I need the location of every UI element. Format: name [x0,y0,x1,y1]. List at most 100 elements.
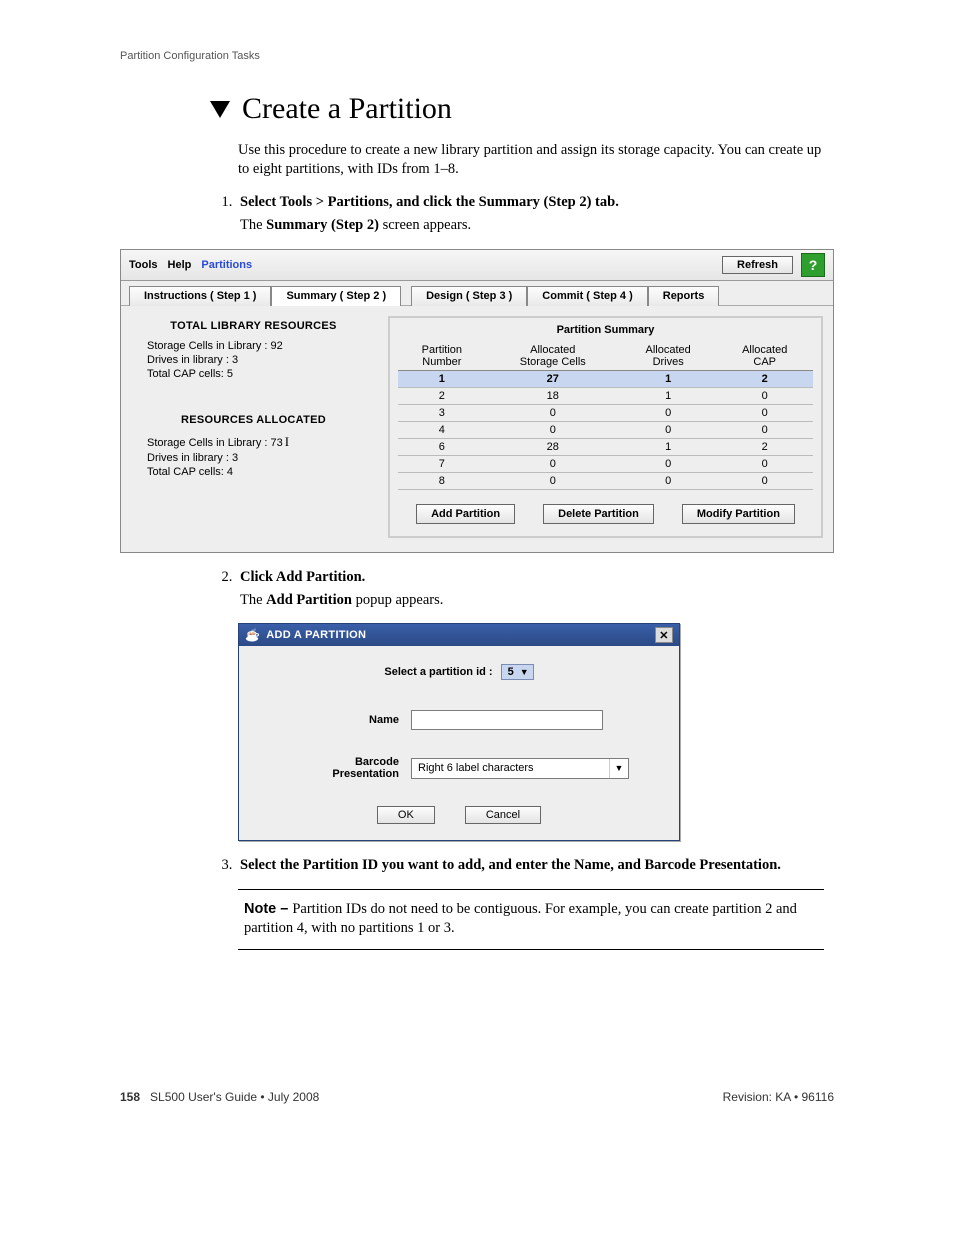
table-row[interactable]: 62812 [398,438,813,455]
partition-summary-panel: Partition Summary PartitionNumber Alloca… [388,316,823,538]
header-section: Partition Configuration Tasks [120,50,834,62]
step-3-title: Select the Partition ID you want to add,… [240,857,781,873]
table-cell: 0 [620,421,717,438]
table-cell: 0 [486,421,620,438]
app-screenshot-1: Tools Help Partitions Refresh ? Instruct… [120,249,834,553]
table-cell: 1 [620,438,717,455]
step-1-desc: The Summary (Step 2) screen appears. [240,217,834,234]
step-1-desc-bold: Summary (Step 2) [266,217,379,233]
popup-titlebar: ☕ ADD A PARTITION ✕ [239,624,679,646]
step-1-desc-suffix: screen appears. [379,217,471,233]
resources-panel: TOTAL LIBRARY RESOURCES Storage Cells in… [131,316,376,538]
add-partition-button[interactable]: Add Partition [416,504,515,524]
note-box: Note – Partition IDs do not need to be c… [238,889,824,950]
modify-partition-button[interactable]: Modify Partition [682,504,795,524]
step-3: Select the Partition ID you want to add,… [236,857,834,874]
step-2-desc-bold: Add Partition [266,592,352,608]
barcode-value: Right 6 label characters [418,762,534,774]
menu-tools[interactable]: Tools [129,259,158,271]
page-footer: 158 SL500 User's Guide • July 2008 Revis… [120,1090,834,1104]
title-row: Create a Partition [210,92,834,126]
help-icon[interactable]: ? [801,253,825,277]
table-cell: 0 [486,455,620,472]
page-title: Create a Partition [242,92,452,126]
col-allocated-storage: AllocatedStorage Cells [486,342,620,371]
page-number: 158 [120,1090,140,1104]
alloc-drives: Drives in library : 3 [147,452,376,464]
table-row[interactable]: 21810 [398,387,813,404]
table-cell: 2 [398,387,486,404]
col-allocated-drives: AllocatedDrives [620,342,717,371]
alloc-cap-cells: Total CAP cells: 4 [147,466,376,478]
table-cell: 2 [716,370,813,387]
allocated-resources-heading: RESOURCES ALLOCATED [131,414,376,426]
step-1: Select Tools > Partitions, and click the… [236,194,834,234]
tab-design[interactable]: Design ( Step 3 ) [411,286,527,306]
table-row[interactable]: 7000 [398,455,813,472]
table-cell: 2 [716,438,813,455]
alloc-storage-cells: Storage Cells in Library : 73I [147,434,376,450]
partition-id-select[interactable]: 5 ▼ [501,664,534,680]
step-2-desc-prefix: The [240,592,266,608]
chevron-down-icon: ▼ [520,667,529,677]
total-drives: Drives in library : 3 [147,354,376,366]
menu-bar: Tools Help Partitions Refresh ? [121,250,833,281]
table-cell: 0 [716,472,813,489]
total-storage-cells: Storage Cells in Library : 92 [147,340,376,352]
tab-commit[interactable]: Commit ( Step 4 ) [527,286,647,306]
close-icon[interactable]: ✕ [655,627,673,643]
text-cursor-icon: I [285,434,289,449]
table-cell: 27 [486,370,620,387]
java-icon: ☕ [245,628,260,642]
step-1-title: Select Tools > Partitions, and click the… [240,194,619,210]
total-resources-heading: TOTAL LIBRARY RESOURCES [131,320,376,332]
tab-reports[interactable]: Reports [648,286,720,306]
table-cell: 0 [620,455,717,472]
ok-button[interactable]: OK [377,806,435,824]
table-cell: 0 [486,472,620,489]
cancel-button[interactable]: Cancel [465,806,541,824]
barcode-presentation-select[interactable]: Right 6 label characters ▼ [411,758,629,779]
table-row[interactable]: 8000 [398,472,813,489]
delete-partition-button[interactable]: Delete Partition [543,504,654,524]
partition-id-value: 5 [508,666,514,678]
table-row[interactable]: 12712 [398,370,813,387]
total-cap-cells: Total CAP cells: 5 [147,368,376,380]
menu-help[interactable]: Help [168,259,192,271]
popup-title-text: ADD A PARTITION [266,629,366,641]
tab-summary[interactable]: Summary ( Step 2 ) [271,286,401,306]
col-partition-number: PartitionNumber [398,342,486,371]
name-input[interactable] [411,710,603,730]
table-cell: 0 [716,421,813,438]
table-cell: 0 [620,404,717,421]
partition-table: PartitionNumber AllocatedStorage Cells A… [398,342,813,490]
table-cell: 8 [398,472,486,489]
step-2: Click Add Partition. The Add Partition p… [236,569,834,609]
chevron-down-icon: ▼ [609,759,628,778]
intro-text: Use this procedure to create a new libra… [238,141,824,180]
table-row[interactable]: 4000 [398,421,813,438]
barcode-label: BarcodePresentation [259,756,411,780]
name-label: Name [259,714,411,726]
select-partition-label: Select a partition id : [384,666,492,678]
step-2-desc-suffix: popup appears. [352,592,443,608]
note-label: Note – [244,901,292,917]
refresh-button[interactable]: Refresh [722,256,793,274]
tab-instructions[interactable]: Instructions ( Step 1 ) [129,286,271,306]
partition-summary-title: Partition Summary [398,324,813,336]
table-cell: 4 [398,421,486,438]
table-cell: 0 [620,472,717,489]
table-cell: 18 [486,387,620,404]
footer-left: SL500 User's Guide • July 2008 [150,1090,319,1104]
table-cell: 0 [716,455,813,472]
table-cell: 1 [620,387,717,404]
step-1-desc-prefix: The [240,217,266,233]
table-cell: 6 [398,438,486,455]
table-cell: 3 [398,404,486,421]
table-cell: 28 [486,438,620,455]
table-row[interactable]: 3000 [398,404,813,421]
table-cell: 7 [398,455,486,472]
menu-partitions[interactable]: Partitions [201,259,252,271]
step-2-desc: The Add Partition popup appears. [240,592,834,609]
col-allocated-cap: AllocatedCAP [716,342,813,371]
